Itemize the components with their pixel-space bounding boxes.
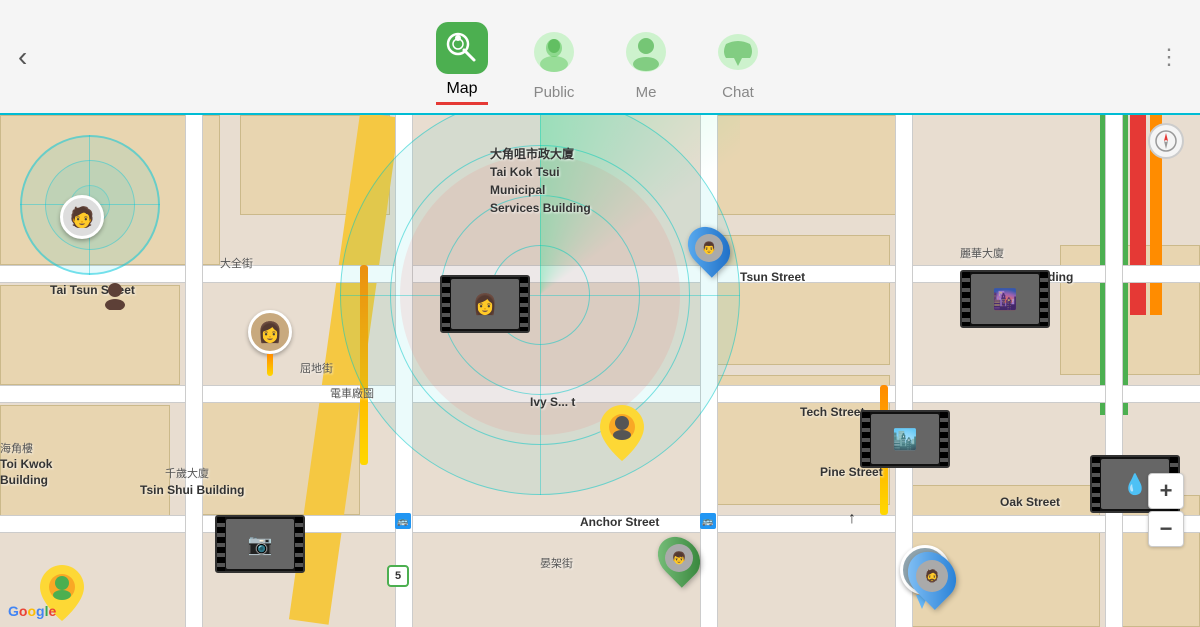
building-block: [0, 285, 180, 385]
me-tab-icon: [620, 26, 672, 78]
pin-stick-3: [267, 354, 273, 376]
zoom-in-button[interactable]: +: [1148, 473, 1184, 509]
road-badge-5: 5: [387, 565, 409, 587]
street-horizontal: [0, 385, 1200, 403]
top-navigation: ‹ Map: [0, 0, 1200, 115]
tab-map-label: Map: [446, 80, 477, 98]
building-block: [0, 405, 170, 525]
film-inner-2: 👩: [451, 279, 519, 329]
current-user-pin[interactable]: [600, 405, 644, 466]
film-strip-2[interactable]: 👩: [440, 275, 530, 333]
street-vertical: [395, 115, 413, 627]
public-tab-icon: [528, 26, 580, 78]
avatar-3: 👩: [248, 310, 292, 354]
tab-public[interactable]: Public: [528, 26, 580, 105]
avatar-5: 👦: [665, 544, 693, 572]
tab-me-label: Me: [636, 84, 657, 101]
film-strip-3[interactable]: 🌆: [960, 270, 1050, 328]
street-horizontal: [0, 515, 1200, 533]
tab-me[interactable]: Me: [620, 26, 672, 105]
road-red: [1130, 115, 1146, 315]
compass-icon[interactable]: [1148, 123, 1184, 159]
chat-tab-icon: [712, 26, 764, 78]
road-marker: [360, 265, 368, 465]
film-inner-1: 📷: [226, 519, 294, 569]
film-strip-1[interactable]: 📷: [215, 515, 305, 573]
tab-chat[interactable]: Chat: [712, 26, 764, 105]
avatar-1: 🧑: [60, 195, 104, 239]
person-pin-7[interactable]: 🧔: [910, 550, 954, 602]
map-area[interactable]: 大角咀市政大廈 Tai Kok Tsui Municipal Services …: [0, 115, 1200, 627]
map-tab-icon: [436, 22, 488, 74]
street-vertical: [700, 115, 718, 627]
person-pin-4[interactable]: 👨: [690, 225, 728, 271]
street-vertical: [1105, 115, 1123, 627]
nav-tabs: Map Public Me: [436, 0, 764, 113]
tab-public-label: Public: [534, 84, 575, 101]
more-button[interactable]: ⋮: [1158, 44, 1182, 70]
avatar-7: 🧔: [916, 560, 948, 592]
person-pin-3[interactable]: 👩: [248, 310, 292, 376]
tab-map[interactable]: Map: [436, 22, 488, 105]
zoom-controls: + −: [1148, 473, 1184, 547]
person-pin-5[interactable]: 👦: [660, 535, 698, 581]
bus-stop-icon: 🚌: [395, 513, 411, 529]
person-pin-1[interactable]: 🧑: [60, 195, 104, 239]
avatar-4: 👨: [695, 234, 723, 262]
film-inner-3: 🌆: [971, 274, 1039, 324]
arrow-up: ↑: [848, 510, 856, 528]
tab-chat-label: Chat: [722, 84, 754, 101]
zoom-out-button[interactable]: −: [1148, 511, 1184, 547]
bus-stop-icon: 🚌: [700, 513, 716, 529]
street-vertical: [185, 115, 203, 627]
film-strip-4[interactable]: 🏙️: [860, 410, 950, 468]
back-button[interactable]: ‹: [18, 41, 27, 73]
building-block: [710, 235, 890, 365]
film-inner-4: 🏙️: [871, 414, 939, 464]
building-block: [710, 115, 910, 215]
person-icon-2: [100, 280, 130, 315]
google-logo: Google: [8, 603, 56, 619]
